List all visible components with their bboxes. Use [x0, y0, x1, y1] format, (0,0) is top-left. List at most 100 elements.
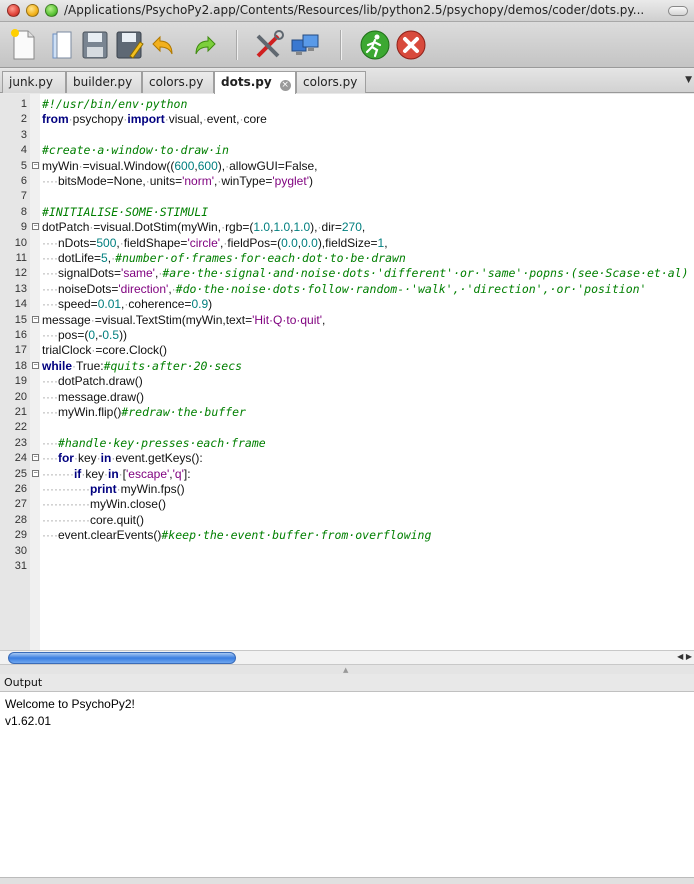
- window-title: /Applications/PsychoPy2.app/Contents/Res…: [64, 3, 645, 17]
- undo-arrow-icon: [152, 35, 173, 55]
- line-number: 25: [14, 467, 27, 480]
- code-text: ············print·myWin.fps(): [42, 482, 185, 496]
- run-man-icon: [360, 30, 390, 60]
- code-line[interactable]: 5− myWin·=visual.Window((600,600),·allowG…: [0, 159, 694, 174]
- open-folder-icon: [52, 31, 72, 59]
- scroll-arrows-icon[interactable]: ◀ ▶: [677, 652, 692, 661]
- redo-button[interactable]: [186, 28, 220, 62]
- tab-label: colors.py: [149, 75, 204, 89]
- close-tab-icon[interactable]: ×: [279, 80, 291, 91]
- code-line[interactable]: 19 ····dotPatch.draw(): [0, 374, 694, 389]
- fold-toggle-icon[interactable]: −: [32, 161, 39, 169]
- stop-button[interactable]: [394, 28, 428, 62]
- fold-toggle-icon[interactable]: −: [32, 361, 39, 369]
- code-text: ········if·key·in·['escape','q']:: [42, 466, 191, 481]
- code-line[interactable]: 3: [0, 128, 694, 143]
- code-line[interactable]: 31: [0, 559, 694, 574]
- code-text: ····dotPatch.draw(): [42, 374, 143, 389]
- code-line[interactable]: 10 ····nDots=500,·fieldShape='circle',·fi…: [0, 236, 694, 251]
- tab-dots[interactable]: dots.py ×: [214, 71, 296, 94]
- code-editor[interactable]: 1 #!/usr/bin/env·python 2 from·psychopy·imp…: [0, 94, 694, 650]
- new-file-button[interactable]: [6, 28, 40, 62]
- line-number: 8: [20, 205, 27, 218]
- line-number: 18: [14, 359, 27, 372]
- code-line[interactable]: 9− dotPatch·=visual.DotStim(myWin,·rgb=(1…: [0, 220, 694, 235]
- line-number: 2: [20, 113, 27, 126]
- line-number: 6: [20, 175, 27, 187]
- code-line[interactable]: 2 from·psychopy·import·visual,·event,·cor…: [0, 112, 694, 127]
- code-text: ····noiseDots='direction',·#do·the·noise…: [42, 281, 647, 296]
- save-button[interactable]: [78, 28, 112, 62]
- code-line[interactable]: 27 ············myWin.close(): [0, 497, 694, 512]
- tab-builder[interactable]: builder.py: [66, 71, 142, 93]
- code-text: myWin·=visual.Window((600,600),·allowGUI…: [42, 158, 318, 173]
- line-number: 21: [14, 406, 27, 418]
- preferences-button[interactable]: [252, 28, 286, 62]
- code-line[interactable]: 20 ····message.draw(): [0, 390, 694, 405]
- code-line[interactable]: 22: [0, 420, 694, 435]
- code-text: from·psychopy·import·visual,·event,·core: [42, 112, 267, 127]
- code-text: trialClock·=core.Clock(): [42, 343, 168, 358]
- code-line[interactable]: 26 ············print·myWin.fps(): [0, 482, 694, 497]
- fold-toggle-icon[interactable]: −: [32, 454, 39, 462]
- code-line[interactable]: 12 ····signalDots='same',·#are·the·signal…: [0, 266, 694, 281]
- code-text: ····speed=0.01,·coherence=0.9): [42, 297, 213, 312]
- line-number: 15: [14, 313, 27, 326]
- code-line[interactable]: 25− ········if·key·in·['escape','q']:: [0, 467, 694, 482]
- horizontal-scrollbar[interactable]: ◀ ▶: [0, 650, 694, 665]
- fold-toggle-icon[interactable]: −: [32, 315, 39, 323]
- toolbar: [0, 22, 694, 68]
- code-line[interactable]: 11 ····dotLife=5,·#number·of·frames·for·e…: [0, 251, 694, 266]
- code-line[interactable]: 18− while·True:#quits·after·20·secs: [0, 359, 694, 374]
- code-line[interactable]: 1 #!/usr/bin/env·python: [0, 97, 694, 112]
- code-line[interactable]: 30: [0, 544, 694, 559]
- tab-colors[interactable]: colors.py: [142, 71, 214, 93]
- code-line[interactable]: 24− ····for·key·in·event.getKeys():: [0, 451, 694, 466]
- fold-toggle-icon[interactable]: −: [32, 469, 39, 477]
- run-button[interactable]: [358, 28, 392, 62]
- tab-list-dropdown-icon[interactable]: ▼: [685, 75, 692, 85]
- code-line[interactable]: 28 ············core.quit(): [0, 513, 694, 528]
- minimize-window-button[interactable]: [26, 4, 39, 17]
- tab-colors-2[interactable]: colors.py: [296, 71, 366, 93]
- tab-junk[interactable]: junk.py: [2, 71, 66, 93]
- scrollbar-thumb[interactable]: [8, 652, 236, 664]
- fold-toggle-icon[interactable]: −: [32, 223, 39, 231]
- code-line[interactable]: 7: [0, 189, 694, 204]
- code-line[interactable]: 13 ····noiseDots='direction',·#do·the·noi…: [0, 282, 694, 297]
- zoom-window-button[interactable]: [45, 4, 58, 17]
- splitter-grip-icon[interactable]: ▲: [343, 666, 348, 674]
- code-text: ····dotLife=5,·#number·of·frames·for·eac…: [42, 251, 406, 265]
- undo-button[interactable]: [148, 28, 182, 62]
- code-line[interactable]: 29 ····event.clearEvents()#keep·the·event…: [0, 528, 694, 543]
- output-panel[interactable]: Welcome to PsychoPy2! v1.62.01: [0, 692, 694, 878]
- close-window-button[interactable]: [7, 4, 20, 17]
- title-bar: /Applications/PsychoPy2.app/Contents/Res…: [0, 0, 694, 22]
- tab-label: colors.py: [303, 75, 358, 89]
- code-line[interactable]: 23 ····#handle·key·presses·each·frame: [0, 436, 694, 451]
- code-line[interactable]: 17 trialClock·=core.Clock(): [0, 343, 694, 358]
- code-line[interactable]: 14 ····speed=0.01,·coherence=0.9): [0, 297, 694, 312]
- code-line[interactable]: 8 #INITIALISE·SOME·STIMULI: [0, 205, 694, 220]
- code-line[interactable]: 15− message·=visual.TextStim(myWin,text='…: [0, 313, 694, 328]
- line-number: 24: [14, 452, 27, 465]
- output-line: v1.62.01: [5, 714, 52, 728]
- code-text: ····for·key·in·event.getKeys():: [42, 451, 203, 466]
- new-document-icon: [11, 29, 35, 60]
- save-as-button[interactable]: [112, 28, 146, 62]
- floppy-disk-icon: [82, 31, 108, 59]
- line-number: 3: [20, 128, 27, 141]
- code-text: ····nDots=500,·fieldShape='circle',·fiel…: [42, 235, 388, 250]
- line-number: 28: [14, 513, 27, 526]
- code-line[interactable]: 16 ····pos=(0,-0.5)): [0, 328, 694, 343]
- monitor-center-button[interactable]: [288, 28, 322, 62]
- code-line[interactable]: 6 ····bitsMode=None,·units='norm',·winTyp…: [0, 174, 694, 189]
- toolbar-separator: [340, 30, 342, 60]
- open-file-button[interactable]: [46, 28, 80, 62]
- toolbar-toggle-button[interactable]: [668, 6, 688, 16]
- code-line[interactable]: 4 #create·a·window·to·draw·in: [0, 143, 694, 158]
- code-line[interactable]: 21 ····myWin.flip()#redraw·the·buffer: [0, 405, 694, 420]
- pane-splitter[interactable]: ▲: [0, 665, 694, 674]
- code-text: while·True:#quits·after·20·secs: [42, 358, 243, 373]
- code-text: #!/usr/bin/env·python: [42, 97, 188, 111]
